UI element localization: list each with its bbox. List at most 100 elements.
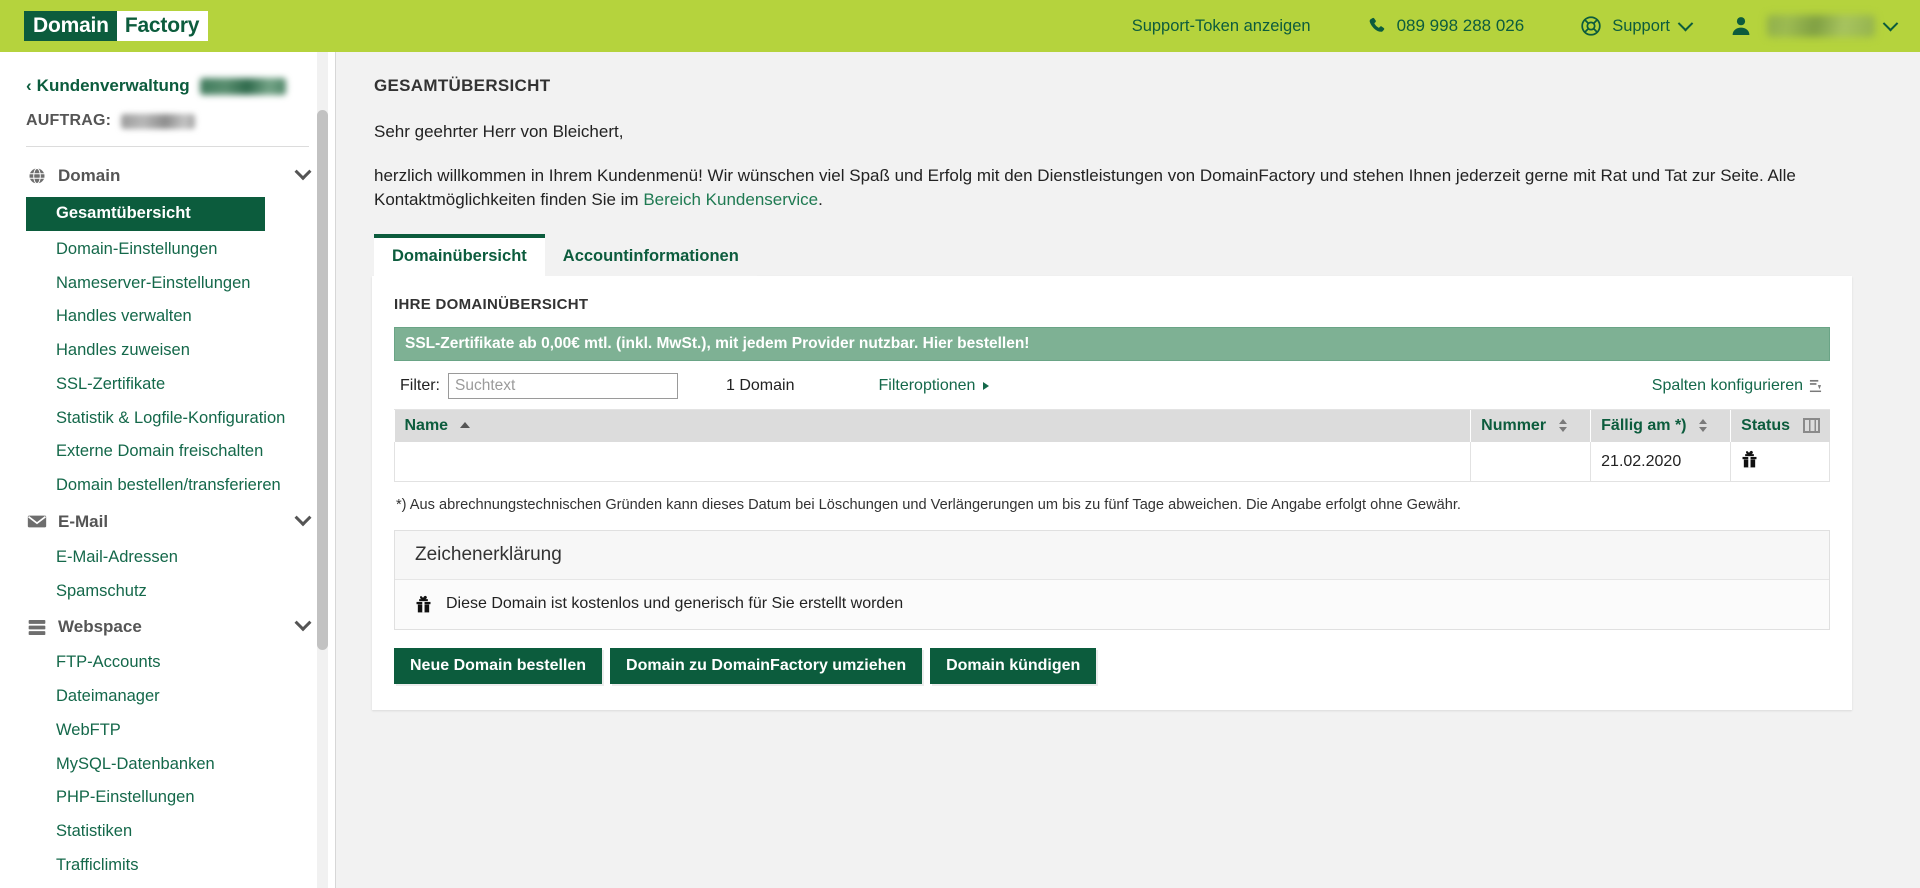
server-icon [26,619,48,636]
sort-ascending-icon [459,422,470,429]
legend-box: Zeichenerklärung Diese Domain ist kosten… [394,529,1830,630]
order-number-row: AUFTRAG: [0,98,335,146]
customer-name-redacted [199,77,286,95]
tab-accountinformationen[interactable]: Accountinformationen [544,236,757,277]
user-account-menu[interactable] [1729,14,1899,38]
order-number-redacted [121,113,196,129]
column-header-faellig-am[interactable]: Fällig am *) [1590,410,1732,443]
support-menu[interactable]: Support [1580,15,1694,37]
triangle-right-icon [983,382,990,391]
column-header-status[interactable]: Status [1730,410,1830,443]
columns-icon[interactable] [1802,418,1820,434]
sidebar-group-label: Domain [58,166,121,185]
column-header-nummer[interactable]: Nummer [1470,410,1592,443]
kundenservice-link[interactable]: Bereich Kundenservice [643,190,818,209]
chevron-down-icon [294,509,312,527]
sidebar-group-email[interactable]: E-Mail [0,503,335,541]
chevron-down-icon [294,163,312,181]
sidebar-item-statistiken[interactable]: Statistiken [0,815,335,849]
filter-options-toggle[interactable]: Filteroptionen [878,377,990,395]
chevron-left-icon: ‹ [26,76,32,95]
domainfactory-logo[interactable]: Domain Factory [24,11,209,41]
gift-icon [1742,451,1757,468]
globe-icon [26,167,48,185]
configure-columns-label: Spalten konfigurieren [1651,377,1803,395]
sidebar-item-ssl-zertifikate[interactable]: SSL-Zertifikate [0,368,335,402]
logo-text-factory: Factory [116,11,209,41]
sort-toggle-icon [1558,419,1568,433]
chevron-down-icon [1677,15,1694,31]
sort-toggle-icon [1698,419,1708,433]
welcome-text-after: . [818,190,823,210]
sidebar-item-statistik-logfile[interactable]: Statistik & Logfile-Konfiguration [0,402,335,436]
back-to-kundenverwaltung[interactable]: ‹ Kundenverwaltung [0,68,335,98]
order-new-domain-button[interactable]: Neue Domain bestellen [394,647,603,684]
order-label: AUFTRAG: [26,112,112,129]
support-label: Support [1612,16,1670,35]
table-row[interactable]: 21.02.2020 [393,442,1830,483]
main-content: GESAMTÜBERSICHT Sehr geehrter Herr von B… [336,52,1920,888]
sidebar-item-email-adressen[interactable]: E-Mail-Adressen [0,541,335,575]
page-title: GESAMTÜBERSICHT [374,76,551,95]
legend-entry-text: Diese Domain ist kostenlos und generisch… [446,594,904,612]
sidebar-group-webspace[interactable]: Webspace [0,608,335,646]
sidebar-item-ftp-accounts[interactable]: FTP-Accounts [0,646,335,680]
welcome-text-before: herzlich willkommen in Ihrem Kundenmenü!… [374,166,1796,210]
ssl-promo-banner[interactable]: SSL-Zertifikate ab 0,00€ mtl. (inkl. MwS… [394,327,1830,362]
sidebar-navigation: ‹ Kundenverwaltung AUFTRAG: Domain Gesam… [0,52,336,888]
sidebar-item-domain-einstellungen[interactable]: Domain-Einstellungen [0,233,335,267]
domain-count-label: 1 Domain [726,377,795,395]
chevron-down-icon [294,614,312,632]
sidebar-item-trafficlimits[interactable]: Trafficlimits [0,849,335,883]
sidebar-divider [26,146,309,147]
phone-icon [1369,17,1384,32]
cell-domain-nummer [1470,442,1592,483]
column-header-status-label: Status [1741,417,1791,435]
cell-domain-name [393,442,1472,483]
top-header-bar: Domain Factory Support-Token anzeigen 08… [0,0,1920,52]
cancel-domain-button[interactable]: Domain kündigen [930,647,1097,684]
configure-columns-button[interactable]: Spalten konfigurieren [1652,377,1826,395]
search-input[interactable] [448,373,678,400]
panel-title: IHRE DOMAINÜBERSICHT [394,296,589,314]
table-header-row: Name Nummer Fällig am *) Status [394,410,1830,443]
table-body: 21.02.2020 [393,442,1830,483]
legend-entry-row: Diese Domain ist kostenlos und generisch… [395,580,1829,629]
tab-domainuebersicht[interactable]: Domainübersicht [374,234,545,277]
sidebar-group-label: E-Mail [58,511,109,531]
phone-number-group[interactable]: 089 998 288 026 [1367,16,1525,36]
sidebar-scrollbar-thumb[interactable] [317,110,328,650]
back-link-label: Kundenverwaltung [36,76,190,95]
column-header-nummer-label: Nummer [1481,417,1547,435]
transfer-domain-button[interactable]: Domain zu DomainFactory umziehen [610,647,923,684]
filter-label: Filter: [400,377,440,395]
page-body: ‹ Kundenverwaltung AUFTRAG: Domain Gesam… [0,52,1920,888]
sidebar-item-handles-verwalten[interactable]: Handles verwalten [0,300,335,334]
phone-number-text: 089 998 288 026 [1396,16,1525,35]
greeting-text: Sehr geehrter Herr von Bleichert, [374,122,624,141]
sidebar-item-dateimanager[interactable]: Dateimanager [0,680,335,714]
column-header-name[interactable]: Name [394,410,1472,443]
cell-status [1730,442,1830,483]
table-footnote: *) Aus abrechnungstechnischen Gründen ka… [396,497,1461,514]
sidebar-scrollbar-track[interactable] [317,52,328,888]
sidebar-item-gesamtuebersicht[interactable]: Gesamtübersicht [26,197,265,231]
sidebar-item-php-einstellungen[interactable]: PHP-Einstellungen [0,781,335,815]
sidebar-item-webftp[interactable]: WebFTP [0,714,335,748]
domains-table: Name Nummer Fällig am *) Status 21.02.20… [393,410,1830,483]
support-token-link[interactable]: Support-Token anzeigen [1132,17,1311,36]
tab-bar: Domainübersicht Accountinformationen [374,234,1884,277]
sidebar-item-handles-zuweisen[interactable]: Handles zuweisen [0,334,335,368]
sidebar-group-label: Webspace [58,617,142,637]
column-header-name-label: Name [404,417,449,435]
sidebar-group-domain[interactable]: Domain [0,157,335,195]
sidebar-item-domain-bestellen-transferieren[interactable]: Domain bestellen/transferieren [0,469,335,503]
sidebar-item-mysql-datenbanken[interactable]: MySQL-Datenbanken [0,748,335,782]
gift-icon [416,595,431,613]
action-button-row: Neue Domain bestellen Domain zu DomainFa… [394,647,1830,684]
sidebar-item-spamschutz[interactable]: Spamschutz [0,575,335,609]
lifebuoy-icon [1581,16,1601,36]
sidebar-item-nameserver-einstellungen[interactable]: Nameserver-Einstellungen [0,267,335,301]
table-head: Name Nummer Fällig am *) Status [394,410,1830,443]
sidebar-item-externe-domain-freischalten[interactable]: Externe Domain freischalten [0,435,335,469]
